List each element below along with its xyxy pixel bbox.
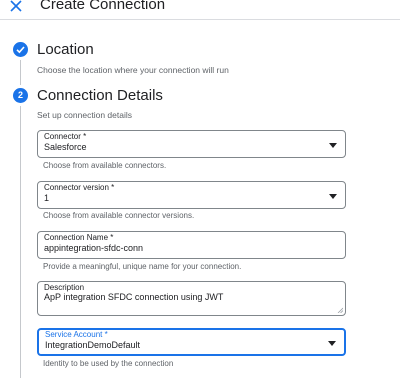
step-subtitle-connection-details: Set up connection details	[37, 110, 132, 120]
step-complete-badge	[13, 42, 28, 57]
connection-name-value: appintegration-sfdc-conn	[44, 243, 144, 253]
connection-name-input[interactable]: Connection Name * appintegration-sfdc-co…	[37, 231, 346, 259]
resize-handle-icon[interactable]	[337, 307, 343, 313]
description-textarea[interactable]: Description ApP integration SFDC connect…	[37, 281, 346, 316]
service-account-value: IntegrationDemoDefault	[45, 340, 141, 350]
connector-version-label: Connector version *	[44, 183, 115, 192]
step-subtitle-location: Choose the location where your connectio…	[37, 65, 229, 75]
connection-name-hint: Provide a meaningful, unique name for yo…	[43, 262, 242, 271]
dropdown-arrow-icon	[329, 143, 337, 148]
dialog-title: Create Connection	[40, 0, 166, 13]
close-icon[interactable]	[7, 0, 25, 15]
step-title-location[interactable]: Location	[37, 41, 94, 58]
step-title-connection-details[interactable]: Connection Details	[37, 87, 163, 104]
service-account-select[interactable]: Service Account * IntegrationDemoDefault	[37, 328, 346, 356]
dropdown-arrow-icon	[328, 341, 336, 346]
description-value: ApP integration SFDC connection using JW…	[44, 292, 224, 302]
dialog-header: Create Connection	[0, 0, 400, 20]
service-account-hint: Identity to be used by the connection	[43, 359, 174, 368]
connector-version-value: 1	[44, 193, 50, 203]
connector-value: Salesforce	[44, 142, 87, 152]
connector-version-hint: Choose from available connector versions…	[43, 211, 195, 220]
dropdown-arrow-icon	[329, 194, 337, 199]
step-rail-2	[20, 106, 21, 378]
step-number-badge: 2	[13, 88, 28, 103]
check-icon	[16, 46, 25, 54]
connector-version-select[interactable]: Connector version * 1	[37, 181, 346, 209]
connector-label: Connector *	[44, 132, 87, 141]
description-label: Description	[44, 283, 85, 292]
step-rail-1	[20, 60, 21, 85]
connector-hint: Choose from available connectors.	[43, 161, 167, 170]
service-account-label: Service Account *	[45, 330, 108, 339]
connection-name-label: Connection Name *	[44, 233, 114, 242]
connector-select[interactable]: Connector * Salesforce	[37, 130, 346, 158]
